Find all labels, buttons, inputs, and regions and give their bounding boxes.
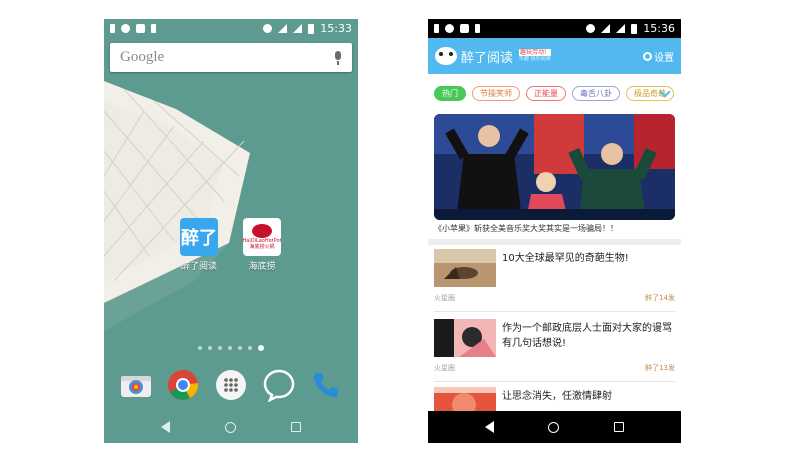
- list-item[interactable]: 让思念消失，任激情肆射: [434, 387, 675, 425]
- status-bar: 15:33: [104, 19, 358, 38]
- page-dot[interactable]: [228, 346, 232, 350]
- page-indicator: [198, 345, 264, 351]
- phone-icon[interactable]: [309, 368, 343, 402]
- signal-icon: [616, 24, 626, 33]
- hero-caption[interactable]: 《小苹果》斩获全美音乐奖大奖其实是一场骗局！！: [434, 223, 675, 234]
- messages-icon[interactable]: [262, 368, 296, 402]
- gear-icon: [643, 51, 652, 61]
- article-title: 10大全球最罕见的奇葩生物!: [502, 253, 629, 264]
- recent-apps-icon[interactable]: [290, 422, 301, 432]
- battery-icon: [631, 23, 638, 34]
- battery-icon: [308, 23, 315, 34]
- usb-debug-icon: [110, 24, 115, 33]
- app-label: 海底捞: [248, 262, 276, 272]
- recent-apps-icon[interactable]: [613, 422, 624, 432]
- signal-icon: [293, 24, 303, 33]
- brand-tagline: 趣玩劳动! 乐趣 快乐阅读: [519, 49, 551, 63]
- app-haidilao[interactable]: HaiDiLaoHotPot 海底捞火锅 海底捞: [234, 218, 290, 272]
- weather-icon: [445, 24, 454, 33]
- nav-bar: [104, 411, 358, 443]
- shield-icon: [460, 24, 469, 33]
- tab-jokes[interactable]: 节操笑师: [472, 86, 520, 101]
- app-drawer-icon[interactable]: [214, 368, 248, 402]
- notification-icons: [434, 24, 480, 33]
- page-dot[interactable]: [208, 346, 212, 350]
- app-label: 醉了阅读: [180, 262, 217, 272]
- chrome-icon[interactable]: [166, 368, 200, 402]
- section-divider: [428, 239, 681, 245]
- article-source: 火星圈: [434, 364, 455, 372]
- article-meta: 火星圈 醉了14发: [434, 293, 675, 303]
- brand-tagline-main: 趣玩劳动!: [519, 49, 551, 56]
- app-header: 醉了阅读 趣玩劳动! 乐趣 快乐阅读 设置: [428, 38, 681, 74]
- shield-icon: [136, 24, 145, 33]
- settings-button[interactable]: 设置: [643, 49, 674, 64]
- back-icon[interactable]: [161, 421, 171, 433]
- settings-label: 设置: [654, 52, 674, 64]
- home-icon[interactable]: [548, 421, 560, 433]
- wifi-icon: [278, 24, 288, 33]
- alarm-icon: [586, 24, 596, 33]
- home-icon[interactable]: [224, 421, 236, 433]
- article-title: 作为一个邮政底层人士面对大家的谩骂有几句话想说!: [502, 323, 672, 349]
- mascot-icon: [435, 47, 457, 65]
- system-icons: 15:33: [263, 22, 352, 35]
- brand-tagline-sub: 乐趣 快乐阅读: [519, 56, 551, 62]
- page-dot[interactable]: [218, 346, 222, 350]
- wifi-icon: [601, 24, 611, 33]
- list-item[interactable]: 作为一个邮政底层人士面对大家的谩骂有几句话想说! 火星圈 醉了13发: [434, 319, 675, 379]
- status-time: 15:33: [320, 22, 352, 35]
- wallpaper-geometry: [104, 81, 250, 331]
- page-dot[interactable]: [248, 346, 252, 350]
- list-item[interactable]: 10大全球最罕见的奇葩生物! 火星圈 醉了14发: [434, 249, 675, 309]
- dock: [104, 365, 358, 405]
- nav-bar: [428, 411, 681, 443]
- status-time: 15:36: [643, 22, 675, 35]
- weather-icon: [121, 24, 130, 33]
- category-tabs: 热门 节操笑师 正能量 毒舌八卦 极品奇葩: [434, 86, 674, 101]
- app-screen: 15:36 醉了阅读 趣玩劳动! 乐趣 快乐阅读 设置 热门 节操笑师 正能量 …: [428, 19, 681, 443]
- haidilao-logo-icon: [252, 224, 272, 238]
- page-dot-active[interactable]: [258, 345, 264, 351]
- article-thumbnail: [434, 319, 496, 357]
- status-bar: 15:36: [428, 19, 681, 38]
- haidilao-logo-subtext: 海底捞火锅: [249, 244, 275, 250]
- alarm-icon: [263, 24, 273, 33]
- android-icon: [475, 24, 480, 33]
- hero-banner-image[interactable]: [434, 114, 675, 220]
- zuile-tile-text: 醉了: [181, 228, 217, 249]
- google-search-bar[interactable]: Google: [110, 43, 352, 72]
- article-meta: 火星圈 醉了13发: [434, 363, 675, 373]
- usb-debug-icon: [434, 24, 439, 33]
- home-screen: 15:33 Google 醉了 醉了阅读 HaiDiLaoHotPot 海底捞火…: [104, 19, 358, 443]
- brand-name: 醉了阅读: [461, 50, 514, 66]
- divider: [434, 311, 675, 312]
- haidilao-app-icon: HaiDiLaoHotPot 海底捞火锅: [243, 218, 282, 256]
- article-title: 让思念消失，任激情肆射: [502, 391, 612, 402]
- zuile-read-app-icon: 醉了: [180, 218, 218, 256]
- google-search-placeholder: Google: [120, 49, 165, 65]
- page-dot[interactable]: [198, 346, 202, 350]
- android-icon: [151, 24, 156, 33]
- page-dot[interactable]: [238, 346, 242, 350]
- article-thumbnail: [434, 249, 496, 287]
- tab-gossip[interactable]: 毒舌八卦: [572, 86, 620, 101]
- system-icons: 15:36: [586, 22, 675, 35]
- back-icon[interactable]: [485, 421, 495, 433]
- tab-hot[interactable]: 热门: [434, 86, 466, 101]
- tab-positive[interactable]: 正能量: [526, 86, 566, 101]
- app-zuile-read[interactable]: 醉了 醉了阅读: [171, 218, 227, 272]
- article-count: 醉了13发: [645, 364, 675, 372]
- divider: [434, 381, 675, 382]
- brand-logo: 醉了阅读 趣玩劳动! 乐趣 快乐阅读: [435, 47, 551, 66]
- notification-icons: [110, 24, 156, 33]
- article-source: 火星圈: [434, 294, 455, 302]
- article-count: 醉了14发: [645, 294, 675, 302]
- mic-icon[interactable]: [334, 50, 342, 65]
- screenshot-stage: 15:33 Google 醉了 醉了阅读 HaiDiLaoHotPot 海底捞火…: [0, 0, 800, 467]
- camera-icon[interactable]: [119, 368, 153, 402]
